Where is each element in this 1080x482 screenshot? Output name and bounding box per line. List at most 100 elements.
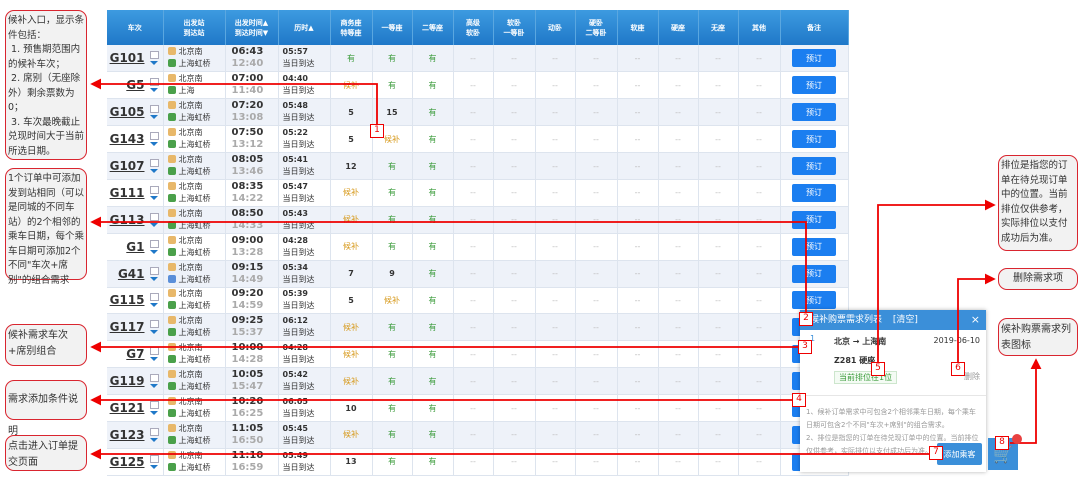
chevron-down-icon[interactable] bbox=[150, 249, 158, 254]
train-number-link[interactable]: G105 bbox=[110, 105, 147, 119]
train-number-link[interactable]: G125 bbox=[110, 455, 147, 469]
seat-biz[interactable]: 候补 bbox=[330, 233, 373, 261]
train-info-icon[interactable] bbox=[149, 212, 159, 221]
seat-unavailable: -- bbox=[617, 98, 659, 127]
chevron-down-icon[interactable] bbox=[150, 195, 158, 200]
train-number-link[interactable]: G107 bbox=[110, 159, 147, 173]
train-info-icon[interactable] bbox=[149, 185, 159, 194]
train-number-link[interactable]: G41 bbox=[118, 267, 147, 281]
clear-button[interactable]: [清空] bbox=[893, 315, 918, 325]
remark-cell: 预订 bbox=[780, 71, 849, 100]
train-number-link[interactable]: G123 bbox=[110, 428, 147, 442]
from-station: 北京南 bbox=[178, 74, 203, 84]
train-number-link[interactable]: G101 bbox=[110, 51, 147, 65]
book-button[interactable]: 预订 bbox=[792, 210, 836, 229]
train-info-icon[interactable] bbox=[149, 347, 159, 356]
train-info-icon[interactable] bbox=[149, 427, 159, 436]
chevron-down-icon[interactable] bbox=[150, 169, 158, 173]
book-button[interactable]: 预订 bbox=[792, 49, 836, 68]
chevron-down-icon[interactable] bbox=[150, 276, 158, 281]
chevron-down-icon[interactable] bbox=[150, 61, 158, 66]
seat-biz[interactable]: 候补 bbox=[330, 206, 373, 234]
add-passenger-button[interactable]: 添加乘客 bbox=[937, 443, 982, 465]
train-info-icon[interactable] bbox=[149, 266, 159, 275]
station-cell: 北京南 上海虹桥 bbox=[163, 98, 226, 127]
book-button[interactable]: 预订 bbox=[792, 291, 836, 310]
duration-cell: 05:22 当日到达 bbox=[278, 125, 331, 154]
chevron-down-icon[interactable] bbox=[150, 303, 158, 308]
seat-biz[interactable]: 候补 bbox=[330, 367, 373, 396]
train-cell: G5 bbox=[107, 71, 164, 100]
train-number-link[interactable]: G113 bbox=[110, 213, 147, 227]
train-number-link[interactable]: G119 bbox=[110, 374, 147, 388]
chevron-down-icon[interactable] bbox=[150, 222, 158, 227]
marker-2: 2 bbox=[799, 312, 813, 326]
chevron-down-icon[interactable] bbox=[150, 464, 158, 469]
column-header[interactable]: 出发时间▲ 到达时间▼ bbox=[225, 10, 279, 45]
train-info-icon[interactable] bbox=[149, 159, 159, 167]
book-button[interactable]: 预订 bbox=[792, 264, 836, 283]
chevron-down-icon[interactable] bbox=[150, 411, 158, 416]
close-icon[interactable]: × bbox=[971, 310, 980, 330]
train-info-icon[interactable] bbox=[149, 78, 159, 87]
train-info-icon[interactable] bbox=[149, 374, 159, 383]
seat-biz[interactable]: 候补 bbox=[330, 340, 373, 369]
train-number-link[interactable]: G1 bbox=[126, 240, 146, 254]
book-button[interactable]: 预订 bbox=[792, 237, 836, 256]
seat-unavailable: -- bbox=[738, 179, 781, 207]
train-number-link[interactable]: G143 bbox=[110, 132, 147, 146]
chevron-down-icon[interactable] bbox=[150, 115, 158, 120]
station-cell: 北京南 上海虹桥 bbox=[163, 448, 226, 476]
train-info-icon[interactable] bbox=[149, 239, 159, 248]
chevron-down-icon[interactable] bbox=[150, 330, 158, 335]
book-button[interactable]: 预订 bbox=[792, 76, 836, 95]
from-station: 北京南 bbox=[178, 450, 203, 460]
train-cell: G111 bbox=[107, 179, 164, 207]
train-cell: G117 bbox=[107, 313, 164, 342]
train-number-link[interactable]: G117 bbox=[110, 320, 147, 334]
book-button[interactable]: 预订 bbox=[792, 157, 836, 175]
seat-biz[interactable]: 候补 bbox=[330, 421, 373, 449]
chevron-down-icon[interactable] bbox=[150, 437, 158, 442]
train-number-link[interactable]: G5 bbox=[126, 78, 146, 92]
seat-biz[interactable]: 候补 bbox=[330, 179, 373, 207]
chevron-down-icon[interactable] bbox=[150, 88, 158, 93]
from-station: 北京南 bbox=[178, 47, 203, 57]
seat-biz[interactable]: 候补 bbox=[330, 71, 373, 100]
train-number-link[interactable]: G121 bbox=[110, 401, 147, 415]
train-info-icon[interactable] bbox=[149, 105, 159, 114]
delete-item-button[interactable]: 删除 bbox=[964, 371, 980, 384]
train-info-icon[interactable] bbox=[149, 320, 159, 329]
marker-6: 6 bbox=[951, 362, 965, 376]
table-row: G113 北京南 上海虹桥 08:50 14:33 05:43 当日到达 候补有有 -- -… bbox=[107, 206, 849, 234]
train-cell: G105 bbox=[107, 98, 164, 127]
seat-unavailable: -- bbox=[698, 152, 739, 180]
book-button[interactable]: 预订 bbox=[792, 130, 836, 149]
seat-biz[interactable]: 候补 bbox=[330, 313, 373, 342]
from-station: 北京南 bbox=[178, 181, 203, 191]
train-info-icon[interactable] bbox=[149, 51, 159, 60]
duration-cell: 05:34 当日到达 bbox=[278, 260, 331, 288]
train-number-link[interactable]: G115 bbox=[110, 293, 147, 307]
seat-first[interactable]: 候补 bbox=[372, 287, 413, 315]
seat-first: 有 bbox=[372, 152, 413, 180]
seat-first: 有 bbox=[372, 340, 413, 369]
train-info-icon[interactable] bbox=[149, 454, 159, 463]
chevron-down-icon[interactable] bbox=[150, 142, 158, 147]
seat-unavailable: -- bbox=[453, 287, 494, 315]
seat-second: 有 bbox=[412, 367, 454, 396]
table-row: G115 北京南 上海虹桥 09:20 14:59 05:39 当日到达 5 候补有 -- -… bbox=[107, 287, 849, 315]
book-button[interactable]: 预订 bbox=[792, 183, 836, 202]
train-number-link[interactable]: G7 bbox=[126, 347, 146, 361]
train-number-link[interactable]: G111 bbox=[110, 186, 147, 200]
seat-unavailable: -- bbox=[738, 206, 781, 234]
book-button[interactable]: 预订 bbox=[792, 103, 836, 122]
chevron-down-icon[interactable] bbox=[150, 384, 158, 389]
train-info-icon[interactable] bbox=[149, 293, 159, 302]
train-info-icon[interactable] bbox=[149, 401, 159, 410]
chevron-down-icon[interactable] bbox=[150, 357, 158, 362]
arrival-time: 14:28 bbox=[231, 354, 264, 366]
train-info-icon[interactable] bbox=[149, 132, 159, 141]
seat-unavailable: -- bbox=[698, 125, 739, 154]
column-header[interactable]: 历时▲ bbox=[278, 10, 331, 45]
